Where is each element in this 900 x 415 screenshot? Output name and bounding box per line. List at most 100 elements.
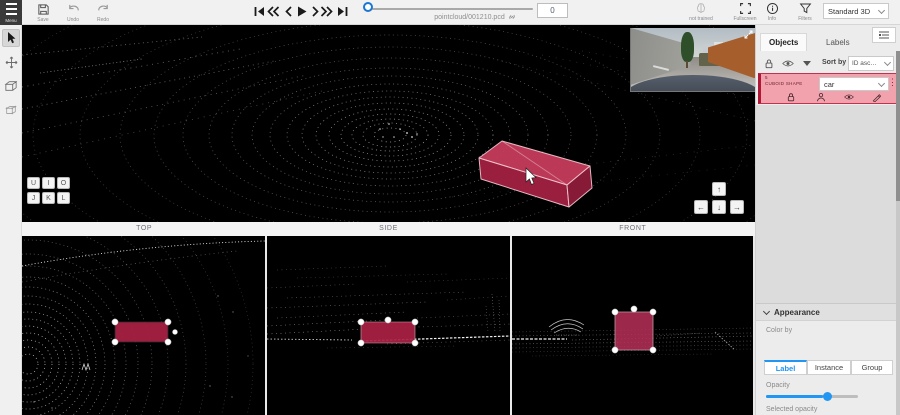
- filter-funnel-icon: [799, 2, 812, 15]
- fast-rewind-icon: [266, 5, 280, 18]
- undo-button[interactable]: Undo: [60, 3, 86, 23]
- model-status-button[interactable]: not trained: [686, 2, 716, 22]
- key-hint-j[interactable]: J: [27, 192, 40, 204]
- top-ortho-view[interactable]: [22, 236, 265, 415]
- color-by-label: Color by: [766, 327, 792, 334]
- main-3d-view[interactable]: U I O J K L ↑ ← ↓ →: [22, 25, 755, 222]
- thumb-tree: [681, 32, 694, 62]
- list-icon: [878, 30, 890, 40]
- save-button[interactable]: Save: [30, 3, 56, 23]
- key-hint-o[interactable]: O: [57, 177, 70, 189]
- redo-icon: [97, 3, 110, 16]
- appearance-panel: Appearance Color by Label Instance Group…: [756, 303, 900, 415]
- nav-down-button[interactable]: ↓: [712, 200, 726, 214]
- arrow-down-icon: ↓: [717, 203, 721, 212]
- cuboid-annotation-top: [112, 319, 178, 345]
- move-icon: [5, 56, 18, 69]
- skip-last-button[interactable]: [335, 4, 349, 18]
- move-tool-button[interactable]: [2, 53, 20, 71]
- object-shape-label: CUBOID SHAPE: [765, 81, 803, 86]
- object-lock-icon[interactable]: [786, 92, 796, 102]
- key-hint-l[interactable]: L: [57, 192, 70, 204]
- camera-thumbnail[interactable]: [630, 28, 755, 92]
- lock-icon[interactable]: [764, 58, 774, 69]
- appearance-header[interactable]: Appearance: [756, 304, 900, 321]
- object-paint-icon[interactable]: [871, 92, 881, 102]
- filters-button[interactable]: Filters: [792, 2, 818, 22]
- filename-label: pointcloud/001210.pcd: [434, 14, 504, 21]
- key-hint-i[interactable]: I: [42, 177, 55, 189]
- frame-slider-track[interactable]: [372, 8, 533, 10]
- select-tool-button[interactable]: [2, 29, 20, 47]
- opacity-label: Opacity: [766, 382, 790, 389]
- chevron-right-icon: [310, 5, 321, 18]
- lidar-pointcloud-side: [267, 236, 510, 415]
- fast-rewind-button[interactable]: [266, 4, 280, 18]
- scrollbar-thumb[interactable]: [896, 51, 900, 201]
- chevron-down-icon: [884, 59, 891, 66]
- fast-forward-icon: [320, 5, 334, 18]
- left-tool-column: [0, 25, 22, 415]
- opacity-slider-thumb[interactable]: [823, 392, 832, 401]
- front-ortho-view[interactable]: [512, 236, 753, 415]
- prev-frame-button[interactable]: [281, 4, 295, 18]
- object-list-item-selected[interactable]: 5 CUBOID SHAPE car ⋮: [758, 73, 899, 104]
- cuboid-tool-button[interactable]: [2, 77, 20, 95]
- frame-number-input[interactable]: [537, 3, 568, 18]
- tab-objects[interactable]: Objects: [760, 33, 807, 51]
- cuboid-icon: [4, 80, 18, 92]
- object-person-icon[interactable]: [816, 92, 826, 102]
- chevron-down-icon: [878, 79, 885, 86]
- sort-dropdown[interactable]: ID asc…: [848, 56, 894, 71]
- hamburger-icon: [6, 3, 17, 5]
- view-mode-dropdown[interactable]: Standard 3D: [823, 3, 889, 19]
- frame-slider-thumb[interactable]: [363, 2, 373, 12]
- menu-button[interactable]: Menu: [0, 0, 22, 25]
- object-category-dropdown[interactable]: car: [819, 77, 889, 91]
- dropdown-arrow-icon[interactable]: [803, 61, 811, 67]
- lidar-pointcloud-top: [22, 236, 265, 415]
- object-eye-icon[interactable]: [844, 92, 854, 102]
- eye-icon[interactable]: [782, 59, 794, 68]
- info-icon: [766, 2, 779, 15]
- opacity-slider[interactable]: [766, 395, 858, 398]
- info-button[interactable]: Info: [760, 2, 784, 22]
- sort-by-label: Sort by: [822, 59, 846, 66]
- expand-icon[interactable]: [744, 30, 753, 39]
- object-id: 5: [765, 75, 768, 80]
- batch-cuboid-tool-button[interactable]: [2, 101, 20, 119]
- nav-up-button[interactable]: ↑: [712, 182, 726, 196]
- ortho-label-strip: TOP SIDE FRONT: [22, 222, 755, 236]
- link-icon[interactable]: [508, 13, 516, 21]
- skip-first-icon: [253, 5, 266, 18]
- redo-button[interactable]: Redo: [90, 3, 116, 23]
- collapse-panel-button[interactable]: [872, 27, 896, 43]
- key-hint-u[interactable]: U: [27, 177, 40, 189]
- cuboid-annotation-front: [612, 306, 656, 353]
- cursor-icon: [5, 31, 17, 45]
- parked-car-points: [549, 319, 584, 335]
- nav-left-button[interactable]: ←: [694, 200, 708, 214]
- tab-labels[interactable]: Labels: [818, 33, 858, 51]
- skip-first-button[interactable]: [252, 4, 266, 18]
- brain-icon: [694, 2, 708, 15]
- arrow-left-icon: ←: [697, 203, 705, 212]
- key-hint-k[interactable]: K: [42, 192, 55, 204]
- fullscreen-button[interactable]: Fullscreen: [728, 2, 762, 22]
- color-by-label-button[interactable]: Label: [764, 360, 807, 375]
- fast-forward-button[interactable]: [320, 4, 334, 18]
- play-button[interactable]: [294, 4, 308, 18]
- color-by-group-button[interactable]: Group: [851, 360, 893, 375]
- side-ortho-view[interactable]: [267, 236, 510, 415]
- nav-right-button[interactable]: →: [730, 200, 744, 214]
- top-toolbar: Menu Save Undo Redo: [0, 0, 900, 25]
- color-by-instance-button[interactable]: Instance: [807, 360, 851, 375]
- cuboid-points-icon: [4, 104, 18, 116]
- object-list-empty-area: [756, 105, 900, 303]
- fullscreen-icon: [739, 2, 752, 15]
- front-view-label: FRONT: [511, 222, 755, 236]
- arrow-up-icon: ↑: [717, 185, 721, 194]
- sidebar-scrollbar[interactable]: [896, 51, 900, 415]
- chevron-left-icon: [283, 5, 294, 18]
- cuboid-annotation-3d: [479, 141, 592, 207]
